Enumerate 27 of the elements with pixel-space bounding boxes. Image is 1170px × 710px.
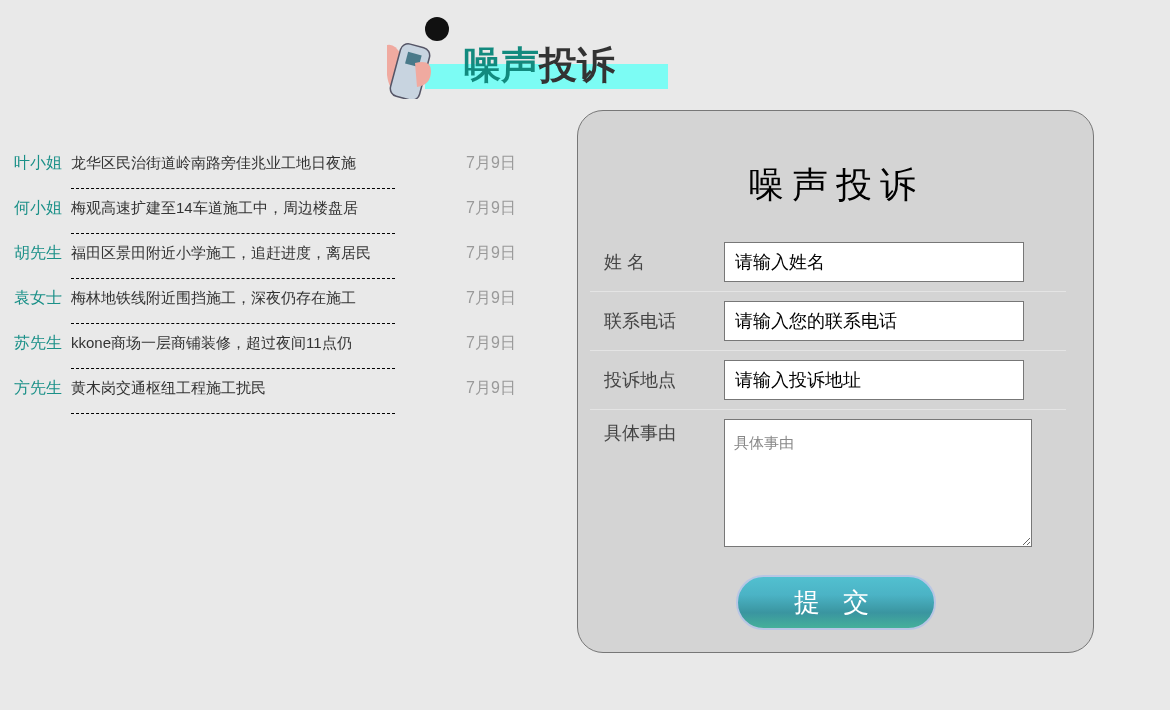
field-label: 投诉地点 — [603, 368, 677, 392]
complainant-name: 苏先生 — [14, 333, 63, 353]
complaint-link[interactable]: kkone商场一层商铺装修，超过夜间11点仍 — [71, 332, 395, 369]
input-field[interactable]: 请输入投诉地址 — [724, 360, 1024, 400]
complaint-link[interactable]: 梅观高速扩建至14车道施工中，周边楼盘居 — [71, 197, 395, 234]
complainant-name: 袁女士 — [14, 288, 63, 308]
field-label: 具体事由 — [603, 422, 677, 445]
complaint-link[interactable]: 福田区景田附近小学施工，追赶进度，离居民 — [71, 242, 395, 279]
field-label: 联系电话 — [603, 309, 677, 333]
text-area[interactable]: 具体事由 — [724, 419, 1032, 547]
complaint-date: 7月9日 — [466, 198, 516, 218]
complaint-link[interactable]: 黄木岗交通枢纽工程施工扰民 — [71, 377, 395, 414]
complaint-date: 7月9日 — [466, 153, 516, 173]
input-field[interactable]: 请输入姓名 — [724, 242, 1024, 282]
complainant-name: 胡先生 — [14, 243, 63, 263]
complaint-date: 7月9日 — [466, 378, 516, 398]
complaint-date: 7月9日 — [466, 333, 516, 353]
complaint-date: 7月9日 — [466, 288, 516, 308]
input-field[interactable]: 请输入您的联系电话 — [724, 301, 1024, 341]
field-label: 姓 名 — [603, 250, 646, 274]
complainant-name: 何小姐 — [14, 198, 63, 218]
complainant-name: 方先生 — [14, 378, 63, 398]
form-title: 噪声投诉 — [747, 163, 924, 207]
complaint-link[interactable]: 龙华区民治街道岭南路旁佳兆业工地日夜施 — [71, 152, 395, 189]
complaint-link[interactable]: 梅林地铁线附近围挡施工，深夜仍存在施工 — [71, 287, 395, 324]
complainant-name: 叶小姐 — [14, 153, 63, 173]
complaint-date: 7月9日 — [466, 243, 516, 263]
